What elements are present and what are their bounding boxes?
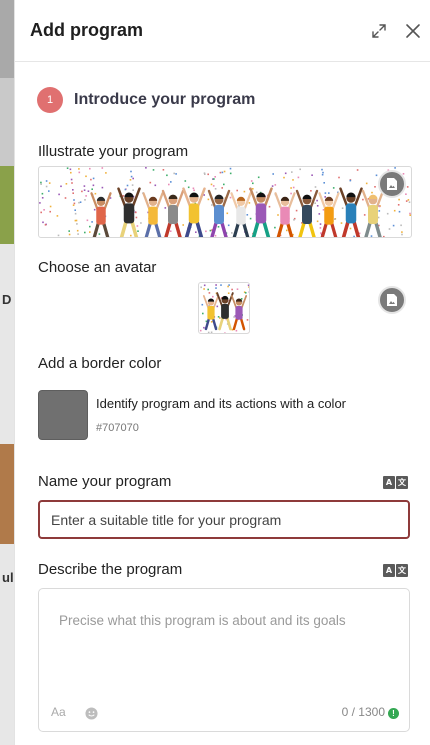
background-text: D: [2, 292, 12, 307]
illustration-image[interactable]: [38, 166, 412, 238]
panel-header: Add program: [15, 0, 430, 62]
illustration-people-image: [39, 167, 411, 237]
background-page: D ul: [0, 0, 14, 745]
step-title: Introduce your program: [74, 91, 256, 108]
emoji-icon[interactable]: [85, 707, 98, 720]
border-color-label: Add a border color: [38, 355, 162, 372]
program-name-label: Name your program: [38, 473, 172, 490]
image-picker-icon: [387, 178, 397, 190]
background-text: ul: [2, 570, 14, 585]
character-counter: 0 / 1300: [341, 705, 385, 719]
panel-title: Add program: [30, 20, 144, 40]
color-description: Identify program and its actions with a …: [96, 396, 347, 411]
avatar-label: Choose an avatar: [38, 259, 157, 276]
step-number-badge: 1: [37, 87, 63, 113]
translate-icon[interactable]: A文: [383, 476, 408, 489]
illustration-picker-button[interactable]: [378, 170, 406, 198]
close-icon: [406, 24, 420, 38]
text-format-button[interactable]: Aa: [51, 705, 66, 719]
color-hex-value: #707070: [96, 422, 139, 434]
avatar-people-image: [199, 284, 249, 333]
expand-button[interactable]: [368, 20, 390, 42]
program-name-input[interactable]: [38, 500, 410, 539]
avatar-picker-button[interactable]: [378, 286, 406, 314]
avatar-image[interactable]: [198, 282, 250, 334]
image-picker-icon: [387, 294, 397, 306]
add-program-panel: Add program 1 Introduce your program Ill…: [14, 0, 430, 745]
description-box: Aa 0 / 1300 !: [38, 588, 410, 732]
illustration-label: Illustrate your program: [38, 143, 189, 160]
check-circle-icon: !: [388, 708, 399, 719]
close-button[interactable]: [402, 20, 424, 42]
color-swatch[interactable]: [38, 390, 88, 440]
translate-icon[interactable]: A文: [383, 564, 408, 577]
expand-icon: [372, 24, 386, 38]
program-description-label: Describe the program: [38, 561, 183, 578]
program-description-input[interactable]: [39, 589, 409, 699]
step-header: 1 Introduce your program: [37, 87, 255, 113]
